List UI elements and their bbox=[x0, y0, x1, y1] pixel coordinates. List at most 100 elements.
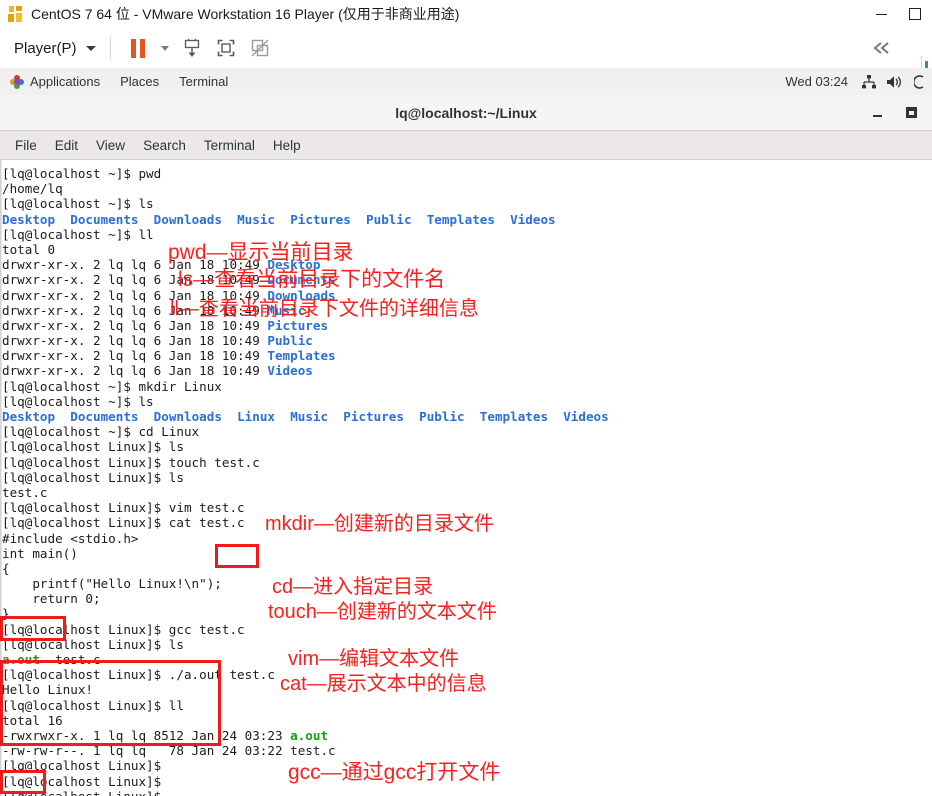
vmware-minimize-button[interactable] bbox=[864, 0, 898, 28]
terminal-line: Hello Linux! bbox=[2, 682, 93, 698]
terminal-line: [lq@localhost Linux]$ ls bbox=[2, 636, 184, 652]
terminal-line: [lq@localhost ~]$ pwd bbox=[2, 166, 162, 181]
vmware-window-controls bbox=[864, 0, 932, 28]
enter-fullscreen-button[interactable] bbox=[209, 32, 243, 64]
terminal-line: [lq@localhost ~]$ ls bbox=[2, 196, 154, 212]
menu-help[interactable]: Help bbox=[264, 131, 310, 159]
unity-mode-button[interactable] bbox=[243, 32, 277, 64]
volume-button[interactable] bbox=[883, 68, 905, 95]
terminal-line: [lq@localhost Linux]$ bbox=[2, 789, 609, 796]
collapse-toolbar-button[interactable] bbox=[866, 28, 898, 68]
player-menu-button[interactable]: Player(P) bbox=[10, 34, 100, 62]
terminal-line: drwxr-xr-x. 2 lq lq 6 Jan 18 10:49 Downl… bbox=[2, 287, 336, 303]
terminal-maximize-button[interactable] bbox=[894, 95, 928, 130]
terminal-line: /home/lq bbox=[2, 181, 63, 197]
terminal-line: [lq@localhost ~]$ ls bbox=[2, 393, 154, 409]
collapse-toolbar-icon bbox=[873, 42, 889, 54]
terminal-line: [lq@localhost ~]$ cd Linux bbox=[2, 424, 200, 440]
terminal-title: lq@localhost:~/Linux bbox=[395, 104, 537, 121]
terminal-line: drwxr-xr-x. 2 lq lq 6 Jan 18 10:49 Video… bbox=[2, 363, 313, 379]
minimize-icon bbox=[875, 13, 887, 15]
unity-mode-icon bbox=[251, 39, 269, 57]
menu-terminal-label: Terminal bbox=[179, 74, 229, 89]
power-menu-button[interactable] bbox=[908, 68, 930, 95]
vmware-maximize-button[interactable] bbox=[898, 0, 932, 28]
terminal-line: return 0; bbox=[2, 591, 101, 607]
menu-applications-label: Applications bbox=[30, 74, 101, 89]
player-menu-label: Player(P) bbox=[14, 39, 77, 57]
vmware-window-title: CentOS 7 64 位 - VMware Workstation 16 Pl… bbox=[31, 6, 460, 22]
send-key-icon bbox=[184, 38, 199, 57]
maximize-icon bbox=[909, 8, 921, 20]
terminal-window-controls bbox=[860, 95, 928, 130]
suspend-button[interactable] bbox=[121, 32, 155, 64]
menu-terminal-app[interactable]: Terminal bbox=[169, 68, 238, 95]
menu-search[interactable]: Search bbox=[134, 131, 195, 159]
pause-icon bbox=[130, 38, 145, 58]
terminal-line: drwxr-xr-x. 2 lq lq 6 Jan 18 10:49 Docum… bbox=[2, 272, 336, 288]
terminal-line: [lq@localhost Linux]$ ll bbox=[2, 697, 184, 713]
terminal-line: } bbox=[2, 606, 10, 622]
terminal-line: #include <stdio.h> bbox=[2, 530, 139, 546]
clock[interactable]: Wed 03:24 bbox=[775, 74, 858, 89]
system-tray bbox=[858, 68, 932, 95]
terminal-line: drwxr-xr-x. 2 lq lq 6 Jan 18 10:49 Music bbox=[2, 302, 306, 318]
volume-icon bbox=[886, 75, 901, 88]
network-button[interactable] bbox=[858, 68, 880, 95]
terminal-line: [lq@localhost Linux]$ gcc test.c bbox=[2, 621, 245, 637]
menu-terminal[interactable]: Terminal bbox=[195, 131, 264, 159]
terminal-line: [lq@localhost Linux]$ touch test.c bbox=[2, 454, 260, 470]
terminal-menu-bar: File Edit View Search Terminal Help bbox=[0, 131, 932, 160]
maximize-icon bbox=[905, 107, 917, 118]
vmware-title-bar: CentOS 7 64 位 - VMware Workstation 16 Pl… bbox=[0, 0, 932, 29]
fullscreen-icon bbox=[217, 39, 234, 57]
terminal-line: Desktop Documents Downloads Linux Music … bbox=[2, 409, 609, 424]
gnome-panel-left: Applications Places Terminal bbox=[0, 68, 238, 95]
terminal-window: lq@localhost:~/Linux File Edit View Sear… bbox=[0, 95, 932, 796]
guest-os-screen: Applications Places Terminal Wed 03:24 l… bbox=[0, 68, 932, 796]
vmware-player-window: CentOS 7 64 位 - VMware Workstation 16 Pl… bbox=[0, 0, 932, 796]
terminal-line: int main() bbox=[2, 545, 78, 561]
terminal-line: test.c bbox=[2, 484, 48, 500]
vmware-app-icon bbox=[8, 6, 24, 22]
terminal-line: drwxr-xr-x. 2 lq lq 6 Jan 18 10:49 Deskt… bbox=[2, 257, 321, 273]
terminal-line: [lq@localhost Linux]$ ls bbox=[2, 469, 184, 485]
menu-file[interactable]: File bbox=[6, 131, 46, 159]
menu-edit[interactable]: Edit bbox=[46, 131, 87, 159]
terminal-line: drwxr-xr-x. 2 lq lq 6 Jan 18 10:49 Publi… bbox=[2, 333, 313, 349]
menu-places[interactable]: Places bbox=[110, 68, 169, 95]
minimize-icon bbox=[872, 115, 882, 117]
terminal-output-area[interactable]: [lq@localhost ~]$ pwd/home/lq [lq@localho… bbox=[0, 160, 932, 796]
menu-applications[interactable]: Applications bbox=[0, 68, 110, 95]
terminal-line: { bbox=[2, 560, 10, 576]
send-ctrl-alt-del-button[interactable] bbox=[175, 32, 209, 64]
terminal-line: [lq@localhost Linux]$ cat test.c bbox=[2, 515, 245, 531]
terminal-line: [lq@localhost Linux]$ vim test.c bbox=[2, 500, 245, 516]
applications-icon bbox=[10, 74, 24, 89]
terminal-title-bar: lq@localhost:~/Linux bbox=[0, 95, 932, 131]
power-icon bbox=[914, 74, 924, 89]
power-options-dropdown[interactable] bbox=[155, 32, 175, 64]
terminal-line: a.out test.c bbox=[2, 652, 101, 667]
terminal-line: [lq@localhost Linux]$ ./a.out test.c bbox=[2, 667, 275, 683]
chevron-down-icon bbox=[85, 45, 96, 51]
terminal-text: [lq@localhost ~]$ pwd/home/lq [lq@localho… bbox=[2, 166, 609, 796]
menu-places-label: Places bbox=[120, 74, 160, 89]
terminal-line: [lq@localhost Linux]$ bbox=[2, 758, 169, 774]
terminal-line: printf("Hello Linux!\n"); bbox=[2, 576, 222, 592]
terminal-line: total 16 bbox=[2, 712, 63, 728]
terminal-line: [lq@localhost ~]$ ll bbox=[2, 226, 154, 242]
terminal-line: -rwxrwxr-x. 1 lq lq 8512 Jan 24 03:23 a.… bbox=[2, 727, 329, 743]
vmware-toolbar: Player(P) bbox=[0, 28, 932, 96]
terminal-line: -rw-rw-r--. 1 lq lq 78 Jan 24 03:22 test… bbox=[2, 743, 336, 759]
toolbar-divider bbox=[109, 37, 111, 59]
gnome-top-panel: Applications Places Terminal Wed 03:24 bbox=[0, 68, 932, 96]
terminal-line: total 0 bbox=[2, 241, 56, 257]
terminal-line: [lq@localhost Linux]$ bbox=[2, 773, 169, 789]
chevron-down-icon bbox=[160, 45, 169, 51]
terminal-line: Desktop Documents Downloads Music Pictur… bbox=[2, 211, 556, 227]
menu-view[interactable]: View bbox=[87, 131, 134, 159]
terminal-line: [lq@localhost ~]$ mkdir Linux bbox=[2, 378, 222, 394]
terminal-minimize-button[interactable] bbox=[860, 95, 894, 130]
gnome-panel-right: Wed 03:24 bbox=[775, 68, 932, 95]
